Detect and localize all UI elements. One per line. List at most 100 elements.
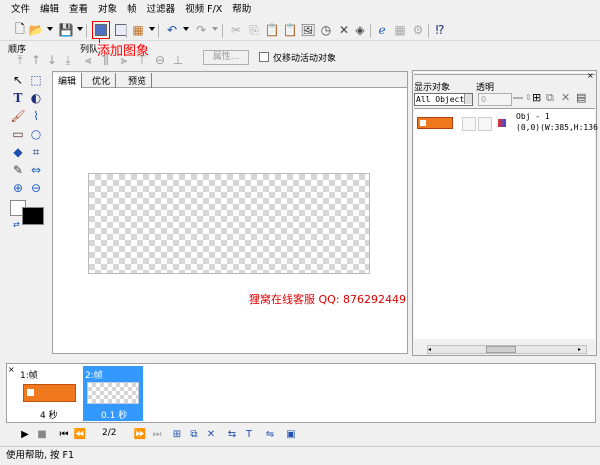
image-icon[interactable]: 🖼	[300, 22, 316, 38]
scroll-left-icon[interactable]: ◂	[428, 346, 436, 353]
image-icon	[27, 389, 34, 396]
last-frame-icon: ⏭	[152, 428, 162, 440]
scroll-right-icon[interactable]: ▸	[578, 346, 586, 353]
redo-icon: ↷	[195, 23, 207, 37]
transparency-input[interactable]: 0	[478, 93, 512, 106]
frame-item[interactable]: 1:帧 4 秒	[18, 366, 78, 421]
open-folder-icon[interactable]: 📂	[28, 22, 44, 38]
object-thumbnail[interactable]	[417, 117, 453, 129]
paste-special-icon[interactable]: 📋	[282, 22, 298, 38]
frame-properties-icon[interactable]: ▣	[284, 428, 298, 440]
select-arrow-icon[interactable]: ↖	[10, 72, 26, 88]
stop-icon[interactable]: ■	[35, 428, 49, 440]
add-image-button[interactable]	[92, 21, 110, 39]
copy-object-icon[interactable]: ⧉	[546, 91, 554, 105]
help-icon[interactable]: ⁉	[432, 22, 448, 38]
menu-file[interactable]: 文件	[6, 0, 35, 19]
menu-edit[interactable]: 编辑	[35, 0, 64, 19]
transform-icon[interactable]: ⇔	[28, 162, 44, 178]
copy-icon: ⎘	[249, 22, 259, 37]
align-top-icon: ⊤	[136, 53, 148, 67]
cut-icon: ✂	[230, 23, 242, 37]
text-banner-icon[interactable]: T	[242, 428, 256, 440]
image-canvas[interactable]	[88, 173, 370, 274]
close-icon[interactable]: ×	[8, 365, 15, 374]
eraser-icon[interactable]: ▭	[10, 126, 26, 142]
delete-frame-icon[interactable]: ✕	[204, 428, 218, 440]
scrollbar-thumb[interactable]	[486, 346, 516, 353]
object-mask-box[interactable]	[462, 117, 476, 131]
object-mask-box[interactable]	[478, 117, 492, 131]
chevron-down-icon	[212, 27, 218, 31]
menu-bar: 文件 编辑 查看 对象 帧 过滤器 视频 F/X 帮助	[0, 0, 600, 19]
marquee-select-icon[interactable]: ⬚	[28, 72, 44, 88]
text-effect-icon[interactable]: ◐	[28, 90, 44, 106]
arrow-down-icon: ↓	[46, 53, 58, 67]
arrow-bottom-icon: ⤓	[65, 52, 71, 67]
previous-frame-icon[interactable]: ⏪	[73, 428, 87, 440]
eyedropper-icon[interactable]: ✎	[10, 162, 26, 178]
menu-video-fx[interactable]: 视频 F/X	[180, 0, 227, 19]
delete-icon[interactable]: ✕	[336, 22, 352, 38]
brush-icon[interactable]: 🖌	[10, 108, 26, 124]
tween-icon[interactable]: ⇆	[225, 428, 239, 440]
spin-icon[interactable]: ⇕	[525, 93, 532, 102]
align-bottom-icon: ⊥	[172, 53, 184, 67]
menu-help[interactable]: 帮助	[227, 0, 256, 19]
new-file-icon[interactable]: 🗋	[12, 22, 28, 38]
zoom-in-icon[interactable]: ⊕	[10, 180, 26, 196]
close-icon[interactable]: ×	[587, 71, 594, 80]
clock-icon[interactable]: ◷	[318, 22, 334, 38]
menu-filter[interactable]: 过滤器	[142, 0, 181, 19]
duplicate-frame-icon[interactable]: ⧉	[187, 428, 201, 440]
image-effect-icon[interactable]: ▦	[130, 22, 146, 38]
object-panel: × 显示对象 透明 All Object: 0 ⇕ ⊞ ⧉ ✕ ▤ Obj - …	[412, 70, 598, 356]
text-tool-icon[interactable]: T	[10, 90, 26, 106]
image-icon	[420, 120, 426, 126]
horizontal-scrollbar[interactable]: ◂ ▸	[427, 345, 587, 354]
first-frame-icon[interactable]: ⏮	[57, 428, 71, 440]
play-icon[interactable]: ▶	[18, 428, 32, 440]
object-list[interactable]: Obj - 1 (0,0)(W:385,H:136	[414, 108, 598, 339]
status-bar: 使用帮助, 按 F1	[0, 446, 600, 465]
tab-optimize[interactable]: 优化	[87, 73, 117, 88]
frame-duration: 0.1 秒	[101, 411, 128, 421]
menu-frame[interactable]: 帧	[122, 0, 142, 19]
paste-icon: 📋	[264, 23, 280, 37]
show-objects-value: All Object:	[416, 95, 469, 104]
menu-view[interactable]: 查看	[64, 0, 93, 19]
object-properties-icon[interactable]: ▤	[576, 91, 586, 104]
object-info: (0,0)(W:385,H:136	[516, 123, 598, 132]
undo-icon[interactable]: ↶	[164, 22, 180, 38]
add-object-icon[interactable]: ⊞	[532, 91, 541, 104]
chevron-down-icon[interactable]	[47, 27, 53, 31]
swap-colors-icon[interactable]: ⇄	[13, 220, 20, 229]
editor-area: 编辑 优化 预览 狸窝在线客服 QQ: 876292449	[52, 71, 408, 354]
frame-thumbnail	[23, 384, 76, 402]
transparency-slider[interactable]	[513, 97, 523, 99]
chevron-down-icon[interactable]	[183, 27, 189, 31]
foreground-color-swatch[interactable]	[22, 207, 44, 225]
zoom-out-icon[interactable]: ⊖	[28, 180, 44, 196]
tab-preview[interactable]: 预览	[123, 73, 153, 88]
layers-icon[interactable]: ◈	[352, 22, 368, 38]
add-frame-icon[interactable]: ⊞	[170, 428, 184, 440]
tab-edit[interactable]: 编辑	[53, 73, 83, 88]
object-name: Obj - 1	[516, 112, 550, 121]
browser-icon[interactable]: ℯ	[374, 22, 390, 38]
save-icon[interactable]: 💾	[58, 22, 74, 38]
crop-icon[interactable]: ⌗	[28, 144, 44, 160]
lasso-icon[interactable]: ⌇	[28, 108, 44, 124]
chevron-down-icon[interactable]	[464, 94, 472, 104]
lasso-select-icon[interactable]: ○	[28, 126, 44, 142]
transition-icon[interactable]: ⇋	[263, 428, 277, 440]
frame-label: 2:帧	[85, 371, 103, 381]
chevron-down-icon[interactable]	[149, 27, 155, 31]
frame-item-selected[interactable]: 2:帧 0.1 秒	[83, 366, 143, 421]
fill-bucket-icon[interactable]: ◆	[10, 144, 26, 160]
move-active-only-checkbox[interactable]	[259, 52, 269, 62]
properties-button[interactable]: 属性...	[203, 50, 249, 65]
chevron-down-icon[interactable]	[77, 27, 83, 31]
delete-object-icon[interactable]: ✕	[561, 91, 570, 104]
menu-object[interactable]: 对象	[93, 0, 122, 19]
